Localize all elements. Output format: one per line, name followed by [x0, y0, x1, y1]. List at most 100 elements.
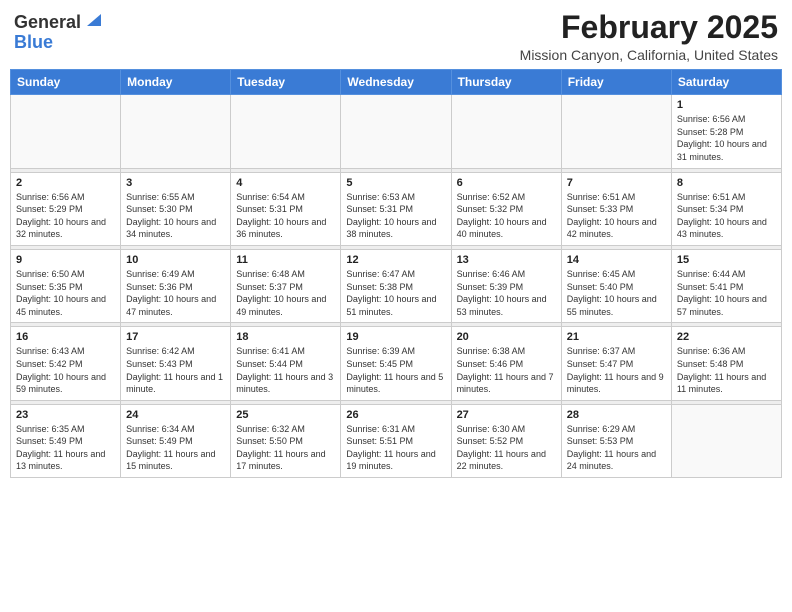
calendar-cell: 10Sunrise: 6:49 AM Sunset: 5:36 PM Dayli…	[121, 249, 231, 322]
calendar-week-row: 16 Sunrise: 6:43 AM Sunset: 5:42 PM Dayli…	[11, 327, 782, 400]
calendar-week-row: 1 Sunrise: 6:56 AM Sunset: 5:28 PM Daylig…	[11, 95, 782, 168]
calendar-cell	[561, 95, 671, 168]
calendar-week-row: 2Sunrise: 6:56 AM Sunset: 5:29 PM Daylig…	[11, 172, 782, 245]
title-block: February 2025 Mission Canyon, California…	[520, 10, 778, 63]
calendar-cell: 23 Sunrise: 6:35 AM Sunset: 5:49 PM Dayli…	[11, 404, 121, 477]
day-number: 22	[677, 331, 776, 343]
day-number: 18	[236, 331, 335, 343]
day-number: 14	[567, 254, 666, 266]
day-number: 4	[236, 177, 335, 189]
logo-icon	[83, 10, 101, 28]
calendar-cell	[341, 95, 451, 168]
day-number: 13	[457, 254, 556, 266]
calendar-table: SundayMondayTuesdayWednesdayThursdayFrid…	[10, 69, 782, 478]
day-number: 8	[677, 177, 776, 189]
calendar-cell: 5Sunrise: 6:53 AM Sunset: 5:31 PM Daylig…	[341, 172, 451, 245]
day-number: 27	[457, 409, 556, 421]
calendar-cell: 8 Sunrise: 6:51 AM Sunset: 5:34 PM Daylig…	[671, 172, 781, 245]
calendar-cell	[671, 404, 781, 477]
calendar-cell: 28 Sunrise: 6:29 AM Sunset: 5:53 PM Dayli…	[561, 404, 671, 477]
day-info: Sunrise: 6:47 AM Sunset: 5:38 PM Dayligh…	[346, 268, 445, 318]
logo-general-text: General	[14, 13, 81, 31]
day-info: Sunrise: 6:37 AM Sunset: 5:47 PM Dayligh…	[567, 345, 666, 395]
day-number: 26	[346, 409, 445, 421]
calendar-cell: 18Sunrise: 6:41 AM Sunset: 5:44 PM Dayli…	[231, 327, 341, 400]
calendar-cell: 15 Sunrise: 6:44 AM Sunset: 5:41 PM Dayli…	[671, 249, 781, 322]
day-info: Sunrise: 6:34 AM Sunset: 5:49 PM Dayligh…	[126, 423, 225, 473]
day-info: Sunrise: 6:56 AM Sunset: 5:28 PM Dayligh…	[677, 113, 776, 163]
calendar-cell	[231, 95, 341, 168]
calendar-cell: 25Sunrise: 6:32 AM Sunset: 5:50 PM Dayli…	[231, 404, 341, 477]
day-number: 1	[677, 99, 776, 111]
day-info: Sunrise: 6:48 AM Sunset: 5:37 PM Dayligh…	[236, 268, 335, 318]
day-number: 7	[567, 177, 666, 189]
day-info: Sunrise: 6:55 AM Sunset: 5:30 PM Dayligh…	[126, 191, 225, 241]
day-info: Sunrise: 6:36 AM Sunset: 5:48 PM Dayligh…	[677, 345, 776, 395]
weekday-header: Thursday	[451, 70, 561, 95]
calendar-header-row: SundayMondayTuesdayWednesdayThursdayFrid…	[11, 70, 782, 95]
day-number: 23	[16, 409, 115, 421]
calendar-cell: 22 Sunrise: 6:36 AM Sunset: 5:48 PM Dayli…	[671, 327, 781, 400]
day-number: 17	[126, 331, 225, 343]
day-number: 6	[457, 177, 556, 189]
calendar-cell: 26Sunrise: 6:31 AM Sunset: 5:51 PM Dayli…	[341, 404, 451, 477]
calendar-cell: 7 Sunrise: 6:51 AM Sunset: 5:33 PM Daylig…	[561, 172, 671, 245]
calendar-cell: 27Sunrise: 6:30 AM Sunset: 5:52 PM Dayli…	[451, 404, 561, 477]
calendar-cell	[121, 95, 231, 168]
calendar-cell: 2Sunrise: 6:56 AM Sunset: 5:29 PM Daylig…	[11, 172, 121, 245]
day-number: 15	[677, 254, 776, 266]
day-info: Sunrise: 6:43 AM Sunset: 5:42 PM Dayligh…	[16, 345, 115, 395]
calendar-cell: 1 Sunrise: 6:56 AM Sunset: 5:28 PM Daylig…	[671, 95, 781, 168]
day-number: 20	[457, 331, 556, 343]
weekday-header: Sunday	[11, 70, 121, 95]
day-info: Sunrise: 6:39 AM Sunset: 5:45 PM Dayligh…	[346, 345, 445, 395]
calendar-cell: 11 Sunrise: 6:48 AM Sunset: 5:37 PM Dayli…	[231, 249, 341, 322]
day-info: Sunrise: 6:29 AM Sunset: 5:53 PM Dayligh…	[567, 423, 666, 473]
day-number: 3	[126, 177, 225, 189]
day-info: Sunrise: 6:50 AM Sunset: 5:35 PM Dayligh…	[16, 268, 115, 318]
calendar-cell: 14 Sunrise: 6:45 AM Sunset: 5:40 PM Dayli…	[561, 249, 671, 322]
weekday-header: Monday	[121, 70, 231, 95]
calendar-cell: 3 Sunrise: 6:55 AM Sunset: 5:30 PM Daylig…	[121, 172, 231, 245]
calendar-cell: 20 Sunrise: 6:38 AM Sunset: 5:46 PM Dayli…	[451, 327, 561, 400]
logo-blue-text: Blue	[14, 32, 53, 52]
logo: General Blue	[14, 10, 101, 53]
day-info: Sunrise: 6:51 AM Sunset: 5:34 PM Dayligh…	[677, 191, 776, 241]
calendar-cell: 24 Sunrise: 6:34 AM Sunset: 5:49 PM Dayli…	[121, 404, 231, 477]
calendar-cell: 19 Sunrise: 6:39 AM Sunset: 5:45 PM Dayli…	[341, 327, 451, 400]
calendar-cell	[11, 95, 121, 168]
calendar-cell: 12Sunrise: 6:47 AM Sunset: 5:38 PM Dayli…	[341, 249, 451, 322]
calendar-cell: 9 Sunrise: 6:50 AM Sunset: 5:35 PM Daylig…	[11, 249, 121, 322]
calendar-cell: 6 Sunrise: 6:52 AM Sunset: 5:32 PM Daylig…	[451, 172, 561, 245]
day-info: Sunrise: 6:54 AM Sunset: 5:31 PM Dayligh…	[236, 191, 335, 241]
day-number: 28	[567, 409, 666, 421]
day-number: 11	[236, 254, 335, 266]
day-info: Sunrise: 6:44 AM Sunset: 5:41 PM Dayligh…	[677, 268, 776, 318]
day-number: 9	[16, 254, 115, 266]
day-info: Sunrise: 6:38 AM Sunset: 5:46 PM Dayligh…	[457, 345, 556, 395]
location-text: Mission Canyon, California, United State…	[520, 47, 778, 63]
day-info: Sunrise: 6:51 AM Sunset: 5:33 PM Dayligh…	[567, 191, 666, 241]
day-info: Sunrise: 6:46 AM Sunset: 5:39 PM Dayligh…	[457, 268, 556, 318]
page-header: General Blue February 2025 Mission Canyo…	[10, 10, 782, 63]
weekday-header: Tuesday	[231, 70, 341, 95]
day-number: 5	[346, 177, 445, 189]
day-number: 24	[126, 409, 225, 421]
day-number: 16	[16, 331, 115, 343]
calendar-week-row: 9 Sunrise: 6:50 AM Sunset: 5:35 PM Daylig…	[11, 249, 782, 322]
calendar-week-row: 23 Sunrise: 6:35 AM Sunset: 5:49 PM Dayli…	[11, 404, 782, 477]
calendar-cell	[451, 95, 561, 168]
day-info: Sunrise: 6:35 AM Sunset: 5:49 PM Dayligh…	[16, 423, 115, 473]
month-title: February 2025	[520, 10, 778, 45]
calendar-cell: 17 Sunrise: 6:42 AM Sunset: 5:43 PM Dayli…	[121, 327, 231, 400]
weekday-header: Saturday	[671, 70, 781, 95]
day-info: Sunrise: 6:45 AM Sunset: 5:40 PM Dayligh…	[567, 268, 666, 318]
calendar-cell: 16 Sunrise: 6:43 AM Sunset: 5:42 PM Dayli…	[11, 327, 121, 400]
calendar-cell: 4 Sunrise: 6:54 AM Sunset: 5:31 PM Daylig…	[231, 172, 341, 245]
day-info: Sunrise: 6:52 AM Sunset: 5:32 PM Dayligh…	[457, 191, 556, 241]
weekday-header: Wednesday	[341, 70, 451, 95]
weekday-header: Friday	[561, 70, 671, 95]
day-info: Sunrise: 6:42 AM Sunset: 5:43 PM Dayligh…	[126, 345, 225, 395]
day-number: 19	[346, 331, 445, 343]
day-info: Sunrise: 6:56 AM Sunset: 5:29 PM Dayligh…	[16, 191, 115, 241]
